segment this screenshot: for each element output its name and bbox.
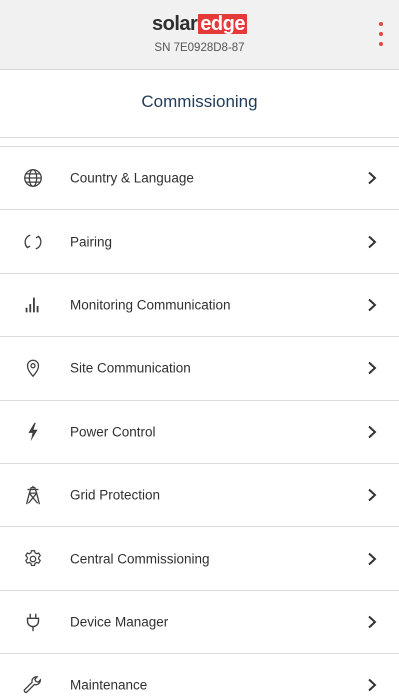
menu-item-label: Central Commissioning (70, 551, 210, 567)
menu-item-label: Site Communication (70, 360, 191, 376)
menu-item-power-control[interactable]: Power Control (0, 401, 399, 464)
page-title: Commissioning (141, 91, 258, 111)
bar-chart-icon (22, 294, 44, 316)
transmission-tower-icon (22, 484, 44, 506)
chevron-right-icon (367, 235, 377, 249)
title-row: Commissioning (0, 70, 399, 138)
plug-icon (22, 611, 44, 633)
globe-icon (22, 167, 44, 189)
serial-number: SN 7E0928D8-87 (154, 42, 245, 54)
sync-icon (22, 231, 44, 253)
menu-item-label: Maintenance (70, 677, 148, 693)
menu-item-label: Power Control (70, 424, 156, 440)
menu-item-label: Pairing (70, 234, 113, 250)
logo-text-edge: edge (198, 13, 247, 35)
menu-item-label: Country & Language (70, 170, 194, 186)
top-bar: solar edge SN 7E0928D8-87 (0, 0, 399, 70)
lightning-icon (22, 421, 44, 443)
wrench-icon (22, 674, 44, 696)
solaredge-logo: solar edge (0, 13, 399, 35)
chevron-right-icon (367, 488, 377, 502)
menu-item-pairing[interactable]: Pairing (0, 210, 399, 274)
chevron-right-icon (367, 298, 377, 312)
logo-text-solar: solar (152, 13, 198, 35)
section-gap (0, 138, 399, 147)
menu-item-central-commissioning[interactable]: Central Commissioning (0, 527, 399, 591)
menu-item-label: Device Manager (70, 614, 169, 630)
chevron-right-icon (367, 615, 377, 629)
app-root: solar edge SN 7E0928D8-87 Commissioning C… (0, 0, 399, 700)
menu-item-label: Monitoring Communication (70, 297, 231, 313)
location-pin-icon (22, 357, 44, 379)
more-vert-icon[interactable] (377, 22, 385, 48)
menu-item-monitoring-communication[interactable]: Monitoring Communication (0, 274, 399, 338)
menu-item-device-manager[interactable]: Device Manager (0, 591, 399, 655)
chevron-right-icon (367, 678, 377, 692)
commissioning-menu: Country & Language Pairing Monitoring Co… (0, 147, 399, 700)
chevron-right-icon (367, 425, 377, 439)
menu-item-maintenance[interactable]: Maintenance (0, 654, 399, 700)
chevron-right-icon (367, 361, 377, 375)
chevron-right-icon (367, 171, 377, 185)
menu-item-country-language[interactable]: Country & Language (0, 147, 399, 211)
menu-item-label: Grid Protection (70, 487, 161, 503)
menu-item-grid-protection[interactable]: Grid Protection (0, 464, 399, 528)
chevron-right-icon (367, 552, 377, 566)
menu-item-site-communication[interactable]: Site Communication (0, 337, 399, 401)
gear-icon (22, 548, 44, 570)
